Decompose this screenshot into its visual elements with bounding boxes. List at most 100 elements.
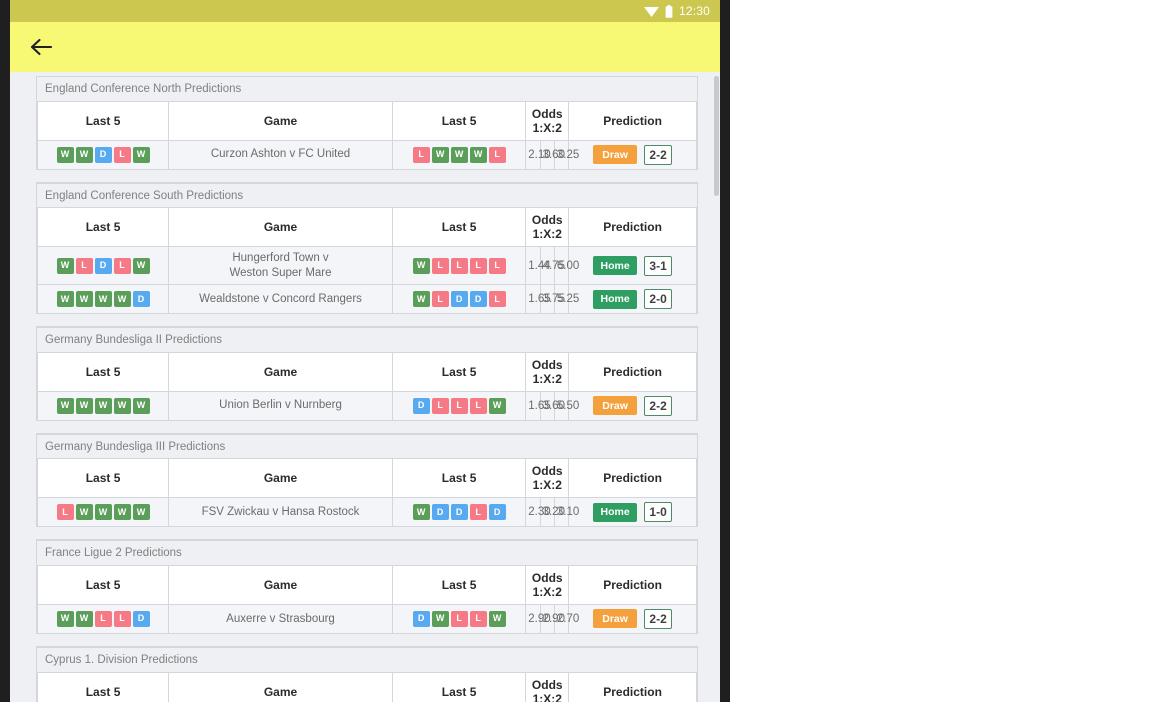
table-header-row: Last 5GameLast 5Odds 1:X:2Prediction (38, 673, 697, 702)
form-chip-w: W (57, 398, 74, 414)
scrollbar-thumb[interactable] (714, 76, 719, 196)
league-section: England Conference North PredictionsLast… (36, 76, 698, 170)
form-chip-d: D (133, 291, 150, 307)
back-arrow-icon[interactable] (24, 30, 58, 64)
odds-cell-home: 2.90 (526, 604, 540, 633)
battery-icon (665, 5, 673, 18)
prediction-tag-home[interactable]: Home (593, 503, 637, 522)
column-header-last5-home: Last 5 (38, 353, 169, 392)
form-chip-w: W (451, 147, 468, 163)
form-chip-w: W (57, 291, 74, 307)
last5-away-cell: DLLLW (392, 391, 525, 420)
game-name-cell: Union Berlin v Nurnberg (169, 391, 393, 420)
predictions-table: Last 5GameLast 5Odds 1:X:2PredictionWWWW… (37, 353, 697, 421)
form-chip-w: W (114, 291, 131, 307)
desktop-background (730, 0, 1152, 702)
form-chip-d: D (432, 504, 449, 520)
odds-cell-away: 5.25 (554, 285, 568, 314)
form-chip-l: L (57, 504, 74, 520)
section-spacer (36, 170, 698, 183)
league-title: England Conference South Predictions (37, 184, 697, 209)
table-row[interactable]: LWWWWFSV Zwickau v Hansa RostockWDDLD2.3… (38, 498, 697, 527)
status-bar-clock: 12:30 (679, 4, 710, 18)
prediction-group: Draw2-2 (571, 609, 694, 629)
last5-away-cell: LWWWL (392, 140, 525, 169)
table-row[interactable]: WWWWWUnion Berlin v NurnbergDLLLW1.653.6… (38, 391, 697, 420)
form-strip: WWLLD (40, 611, 166, 627)
table-row[interactable]: WLDLWHungerford Town vWeston Super MareW… (38, 247, 697, 285)
column-header-game: Game (169, 208, 393, 247)
form-chip-d: D (451, 291, 468, 307)
form-chip-l: L (489, 147, 506, 163)
odds-cell-home: 1.44 (526, 247, 540, 285)
prediction-tag-home[interactable]: Home (593, 290, 637, 309)
predictions-table: Last 5GameLast 5Odds 1:X:2PredictionLWWW… (37, 459, 697, 527)
form-chip-d: D (413, 398, 430, 414)
form-chip-w: W (432, 147, 449, 163)
predicted-score: 1-0 (644, 502, 672, 522)
odds-cell-draw: 4.75 (540, 247, 554, 285)
form-chip-l: L (432, 291, 449, 307)
predictions-scroll-area[interactable]: England Conference North PredictionsLast… (10, 72, 720, 702)
form-chip-d: D (95, 147, 112, 163)
form-chip-d: D (489, 504, 506, 520)
last5-home-cell: LWWWW (38, 498, 169, 527)
form-chip-d: D (470, 291, 487, 307)
prediction-tag-draw[interactable]: Draw (593, 145, 637, 164)
predicted-score: 2-2 (644, 145, 672, 165)
league-title: Germany Bundesliga II Predictions (37, 328, 697, 353)
table-row[interactable]: WWLLDAuxerre v StrasbourgDWLLW2.902.902.… (38, 604, 697, 633)
form-chip-l: L (95, 611, 112, 627)
last5-away-cell: WLLLL (392, 247, 525, 285)
screenshot-root: 12:30 England Conference North Predictio… (0, 0, 1152, 702)
section-spacer (36, 527, 698, 540)
game-name-line: Wealdstone v Concord Rangers (171, 292, 390, 306)
prediction-tag-draw[interactable]: Draw (593, 609, 637, 628)
form-chip-l: L (470, 611, 487, 627)
column-header-prediction: Prediction (569, 208, 697, 247)
column-header-game: Game (169, 459, 393, 498)
column-header-game: Game (169, 102, 393, 141)
game-name-line: Hungerford Town v (171, 251, 390, 265)
section-spacer (36, 421, 698, 434)
odds-cell-home: 1.65 (526, 285, 540, 314)
prediction-tag-home[interactable]: Home (593, 256, 637, 275)
form-chip-d: D (413, 611, 430, 627)
form-chip-l: L (489, 258, 506, 274)
table-row[interactable]: WWWWDWealdstone v Concord RangersWLDDL1.… (38, 285, 697, 314)
game-name-line: FSV Zwickau v Hansa Rostock (171, 505, 390, 519)
column-header-game: Game (169, 353, 393, 392)
form-strip: WLLLL (395, 258, 523, 274)
odds-cell-draw: 3.60 (540, 140, 554, 169)
form-chip-w: W (133, 398, 150, 414)
column-header-last5-away: Last 5 (392, 208, 525, 247)
prediction-cell: Draw2-2 (569, 391, 697, 420)
prediction-group: Home 3-1 (571, 256, 694, 276)
form-chip-w: W (76, 611, 93, 627)
table-row[interactable]: WWDLWCurzon Ashton v FC UnitedLWWWL2.103… (38, 140, 697, 169)
column-header-last5-away: Last 5 (392, 566, 525, 605)
column-header-odds: Odds 1:X:2 (526, 102, 569, 141)
column-header-last5-away: Last 5 (392, 459, 525, 498)
game-name-cell: Hungerford Town vWeston Super Mare (169, 247, 393, 285)
predicted-score: 3-1 (644, 256, 672, 276)
column-header-last5-away: Last 5 (392, 102, 525, 141)
last5-away-cell: WDDLD (392, 498, 525, 527)
column-header-prediction: Prediction (569, 353, 697, 392)
section-spacer (36, 314, 698, 327)
wifi-icon (644, 5, 659, 17)
form-strip: WLDLW (40, 258, 166, 274)
league-section: Germany Bundesliga II PredictionsLast 5G… (36, 327, 698, 421)
prediction-tag-draw[interactable]: Draw (593, 396, 637, 415)
predictions-table: Last 5GameLast 5Odds 1:X:2PredictionWLDL… (37, 208, 697, 314)
column-header-odds: Odds 1:X:2 (526, 566, 569, 605)
game-name-line: Weston Super Mare (171, 266, 390, 280)
table-header-row: Last 5GameLast 5Odds 1:X:2Prediction (38, 208, 697, 247)
last5-home-cell: WWWWD (38, 285, 169, 314)
game-name-line: Curzon Ashton v FC United (171, 147, 390, 161)
odds-cell-home: 2.10 (526, 140, 540, 169)
form-chip-w: W (57, 258, 74, 274)
form-chip-l: L (470, 398, 487, 414)
form-strip: WWWWW (40, 398, 166, 414)
form-chip-l: L (114, 258, 131, 274)
